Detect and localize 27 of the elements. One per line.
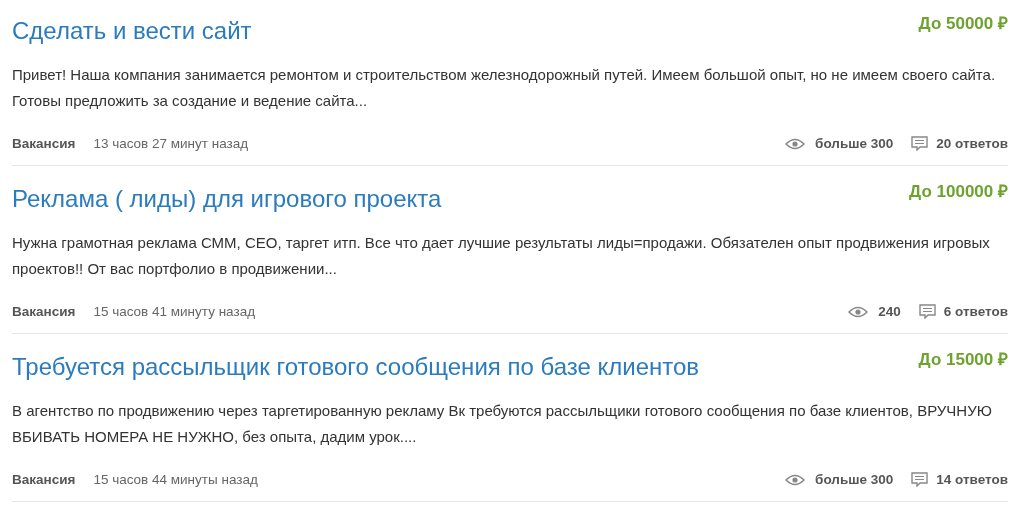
job-title-link[interactable]: Требуется рассыльщик готового сообщения по базе клиентов (12, 352, 700, 382)
job-price: До 100000 ₽ (909, 181, 1008, 202)
job-type: Вакансия (12, 472, 76, 487)
views-count: больше 300 (815, 136, 894, 151)
comment-icon (911, 472, 929, 487)
job-description: В агентство по продвижению через таргетированную рекламу Вк требуются рассыльщики готового сообщения по базе клиентов, ВРУЧНУЮ ВБИВАТЬ НОМЕРА НЕ НУЖНО, без опыта, дадим урок.... (12, 401, 993, 447)
posted-time: 13 часов 27 минут назад (93, 136, 249, 151)
job-title-link[interactable]: Сделать и вести сайт (12, 16, 252, 46)
posted-time: 15 часов 44 минуты назад (93, 472, 258, 487)
eye-icon (785, 137, 806, 150)
replies-count: 14 ответов (936, 472, 1008, 487)
replies-count: 20 ответов (936, 136, 1008, 151)
eye-icon (848, 305, 869, 318)
job-type: Вакансия (12, 304, 76, 319)
comment-icon (911, 136, 929, 151)
replies-count: 6 ответов (943, 304, 1008, 319)
posted-time: 15 часов 41 минуту назад (93, 304, 256, 319)
job-price: До 50000 ₽ (918, 13, 1008, 34)
views-count: больше 300 (815, 472, 894, 487)
job-type: Вакансия (12, 136, 76, 151)
job-description: Привет! Наша компания занимается ремонтом и строительством железнодорожный путей. Имеем большой опыт, но не имеем своего сайта. Готовы предложить за создание и ведение сайта... (12, 65, 997, 111)
job-title-link[interactable]: Реклама ( лиды) для игрового проекта (12, 184, 442, 214)
views-count: 240 (878, 304, 901, 319)
job-price: До 15000 ₽ (918, 349, 1008, 370)
job-description: Нужна грамотная реклама СММ, СЕО, таргет итп. Все что дает лучшие результаты лиды=продажи. Обязателен опыт продвижения игровых проектов!! От вас портфолио в продвижении... (12, 233, 991, 279)
eye-icon (785, 473, 806, 486)
comment-icon (918, 304, 936, 319)
